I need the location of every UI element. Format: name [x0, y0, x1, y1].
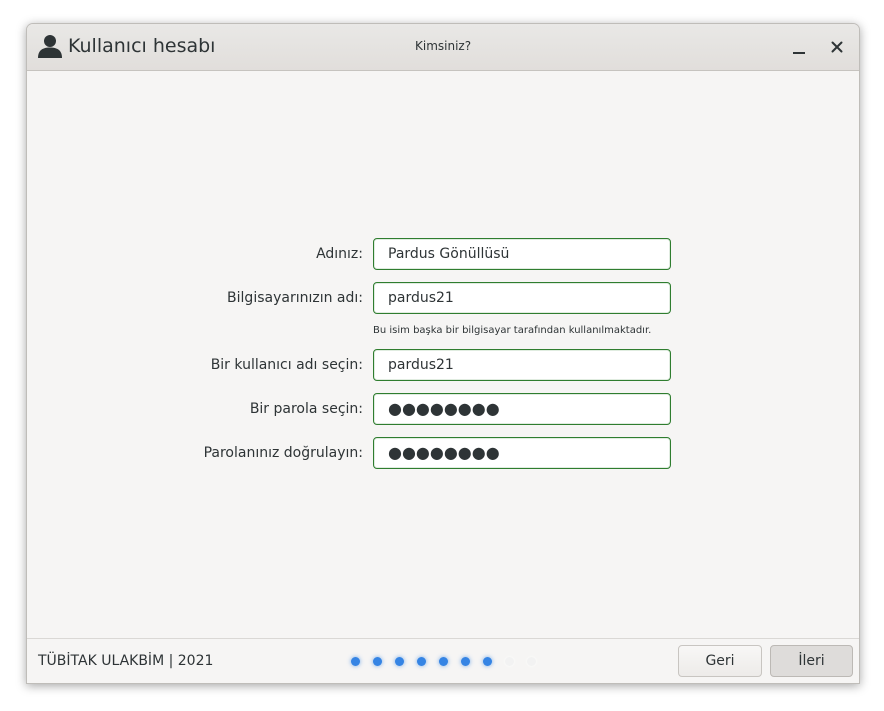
password-input[interactable]: ●●●●●●●● — [373, 393, 671, 425]
computer-name-value: pardus21 — [388, 290, 454, 306]
progress-dot — [483, 657, 492, 666]
password-row: Bir parola seçin: ●●●●●●●● — [27, 393, 859, 427]
progress-dot — [461, 657, 470, 666]
minimize-button[interactable] — [784, 32, 814, 62]
title-bar[interactable]: Kullanıcı hesabı Kimsiniz? — [27, 24, 859, 71]
computer-name-label: Bilgisayarınızın adı: — [227, 290, 363, 306]
username-value: pardus21 — [388, 357, 454, 373]
password-confirm-row: Parolanınız doğrulayın: ●●●●●●●● — [27, 437, 859, 471]
progress-dot — [373, 657, 382, 666]
minimize-icon — [793, 52, 805, 54]
installer-window: Kullanıcı hesabı Kimsiniz? Adınız: Pardu… — [26, 23, 860, 684]
password-value: ●●●●●●●● — [388, 399, 500, 418]
username-input[interactable]: pardus21 — [373, 349, 671, 381]
username-row: Bir kullanıcı adı seçin: pardus21 — [27, 349, 859, 383]
password-label: Bir parola seçin: — [249, 401, 363, 417]
back-button[interactable]: Geri — [678, 645, 762, 677]
window-subtitle: Kimsiniz? — [415, 39, 472, 53]
full-name-row: Adınız: Pardus Gönüllüsü — [27, 238, 859, 272]
progress-dot — [351, 657, 360, 666]
computer-name-row: Bilgisayarınızın adı: pardus21 — [27, 282, 859, 316]
full-name-input[interactable]: Pardus Gönüllüsü — [373, 238, 671, 270]
footer-bar: TÜBİTAK ULAKBİM | 2021 Geri İleri — [27, 638, 859, 683]
close-icon — [831, 41, 843, 53]
progress-dot — [417, 657, 426, 666]
username-label: Bir kullanıcı adı seçin: — [210, 357, 363, 373]
full-name-value: Pardus Gönüllüsü — [388, 246, 510, 262]
close-button[interactable] — [822, 32, 852, 62]
password-confirm-value: ●●●●●●●● — [388, 443, 500, 462]
progress-dot — [505, 657, 514, 666]
password-confirm-input[interactable]: ●●●●●●●● — [373, 437, 671, 469]
progress-dot — [439, 657, 448, 666]
password-confirm-label: Parolanınız doğrulayın: — [203, 445, 363, 461]
computer-name-hint: Bu isim başka bir bilgisayar tarafından … — [373, 325, 652, 336]
computer-name-input[interactable]: pardus21 — [373, 282, 671, 314]
full-name-label: Adınız: — [316, 246, 363, 262]
progress-dot — [395, 657, 404, 666]
next-button[interactable]: İleri — [770, 645, 853, 677]
window-title: Kullanıcı hesabı — [68, 35, 216, 57]
progress-dot — [527, 657, 536, 666]
user-icon — [38, 35, 62, 58]
footer-credit: TÜBİTAK ULAKBİM | 2021 — [38, 653, 214, 669]
